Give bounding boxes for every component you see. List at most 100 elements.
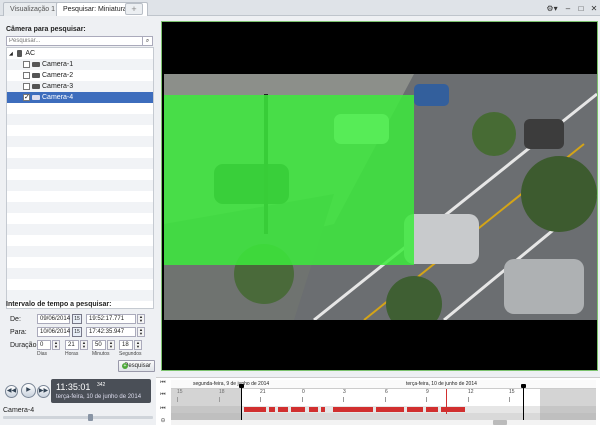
search-icon[interactable]: ⌕ bbox=[142, 37, 152, 45]
timeline-tick: 21 bbox=[260, 389, 266, 402]
empty-row bbox=[7, 202, 153, 213]
zoom-out-icon[interactable]: ⊖ bbox=[158, 417, 168, 424]
spinner-icon[interactable]: ▲ ▼ bbox=[107, 340, 115, 350]
to-label: Para: bbox=[10, 329, 27, 336]
from-time-field[interactable]: 19:52:17.771 bbox=[86, 314, 136, 324]
video-viewer[interactable] bbox=[161, 21, 598, 371]
from-label: De: bbox=[10, 316, 21, 323]
timeline-prev-track-icon[interactable]: ⏮ bbox=[158, 406, 168, 413]
recording-segment[interactable] bbox=[269, 407, 275, 412]
recording-segment[interactable] bbox=[376, 407, 404, 412]
empty-row bbox=[7, 158, 153, 169]
playback-time: 11:35:01 bbox=[56, 382, 91, 392]
duration-hours-field[interactable]: 21 bbox=[65, 340, 79, 350]
spinner-icon[interactable]: ▲ ▼ bbox=[137, 327, 145, 337]
tree-item-camera-3[interactable]: Camera-3 bbox=[7, 81, 153, 92]
recording-segment[interactable] bbox=[278, 407, 288, 412]
close-icon[interactable]: ✕ bbox=[588, 3, 600, 14]
timeline-date-header: segunda-feira, 9 de junho de 2014 terça-… bbox=[171, 380, 596, 389]
duration-minutes-field[interactable]: 50 bbox=[92, 340, 106, 350]
tree-item-label: Camera-1 bbox=[42, 61, 74, 68]
tree-item-camera-4[interactable]: Camera-4 bbox=[7, 92, 153, 103]
play-icon[interactable]: ▶ bbox=[21, 383, 36, 398]
timeline-scrollbar[interactable] bbox=[171, 420, 596, 425]
search-region-overlay[interactable] bbox=[164, 95, 414, 265]
tree-item-label: Camera-4 bbox=[42, 94, 74, 101]
spinner-icon[interactable]: ▲ ▼ bbox=[137, 314, 145, 324]
camera-heading: Câmera para pesquisar: bbox=[6, 26, 86, 33]
recording-segment[interactable] bbox=[309, 407, 318, 412]
from-date-field[interactable]: 09/06/2014 bbox=[37, 314, 70, 324]
empty-row bbox=[7, 180, 153, 191]
timeline-tick: 12 bbox=[468, 389, 474, 402]
tree-item-label: Camera-2 bbox=[42, 72, 74, 79]
duration-seconds-field[interactable]: 18 bbox=[119, 340, 133, 350]
speed-slider-handle[interactable] bbox=[88, 414, 93, 421]
outside-range-shade bbox=[171, 389, 241, 420]
to-time-field[interactable]: 17:42:35.947 bbox=[86, 327, 136, 337]
range-start-marker[interactable] bbox=[239, 384, 244, 420]
camera-icon bbox=[32, 72, 40, 78]
minimize-icon[interactable]: – bbox=[562, 3, 574, 14]
recording-segment[interactable] bbox=[244, 407, 266, 412]
camera-icon bbox=[32, 61, 40, 67]
outside-range-shade bbox=[540, 389, 596, 420]
to-date-field[interactable]: 10/06/2014 bbox=[37, 327, 70, 337]
checkbox[interactable] bbox=[23, 71, 30, 79]
tab-label: Visualização 1 bbox=[10, 6, 56, 13]
playback-date: terça-feira, 10 de junho de 2014 bbox=[56, 394, 142, 400]
search-panel: Câmera para pesquisar: ⌕ ◢ AC Camera-1 C… bbox=[0, 17, 158, 375]
rewind-icon[interactable]: ◀◀ bbox=[5, 385, 18, 398]
plus-icon[interactable]: + bbox=[125, 3, 143, 15]
tree-item-camera-1[interactable]: Camera-1 bbox=[7, 59, 153, 70]
duration-days-field[interactable]: 0 bbox=[37, 340, 51, 350]
search-input[interactable] bbox=[7, 37, 137, 45]
empty-row bbox=[7, 246, 153, 257]
checkbox[interactable] bbox=[23, 92, 30, 103]
timeline-day-1: segunda-feira, 9 de junho de 2014 bbox=[193, 381, 270, 387]
playback-clock: 11:35:01 342 terça-feira, 10 de junho de… bbox=[51, 379, 151, 403]
timeline-tick: 15 bbox=[509, 389, 515, 402]
empty-row bbox=[7, 290, 153, 301]
checkbox[interactable] bbox=[23, 60, 30, 68]
timeline-tick: 0 bbox=[302, 389, 305, 402]
tree-item-label: Camera-3 bbox=[42, 83, 74, 90]
recording-segment[interactable] bbox=[291, 407, 305, 412]
recording-segment[interactable] bbox=[407, 407, 423, 412]
empty-row bbox=[7, 114, 153, 125]
tree-item-camera-2[interactable]: Camera-2 bbox=[7, 70, 153, 81]
playback-controls: ◀◀ ▶ ▶▶ 11:35:01 342 terça-feira, 10 de … bbox=[0, 377, 158, 407]
maximize-icon[interactable]: □ bbox=[575, 3, 587, 14]
timeline-prev-icon[interactable]: ⏮ bbox=[158, 392, 168, 399]
tab-label: Pesquisar: Miniaturas bbox=[63, 6, 131, 13]
spinner-icon[interactable]: ▲ ▼ bbox=[80, 340, 88, 350]
fast-forward-icon[interactable]: ▶▶ bbox=[37, 385, 50, 398]
spinner-icon[interactable]: ▲ ▼ bbox=[134, 340, 142, 350]
calendar-icon[interactable]: 15 bbox=[72, 327, 82, 337]
speed-slider[interactable] bbox=[3, 416, 153, 419]
timeline[interactable]: ⏮ ⏮ ⏮ ⊖ segunda-feira, 9 de junho de 201… bbox=[156, 377, 600, 425]
recording-segment[interactable] bbox=[426, 407, 438, 412]
seconds-unit-label: Segundos bbox=[119, 351, 142, 357]
recording-segment[interactable] bbox=[441, 407, 465, 412]
timeline-scroll-thumb[interactable] bbox=[493, 420, 507, 425]
search-button-label: Pesquisar bbox=[124, 363, 151, 369]
spinner-icon[interactable]: ▲ ▼ bbox=[52, 340, 60, 350]
recording-segment[interactable] bbox=[333, 407, 373, 412]
gear-icon[interactable]: ⚙▾ bbox=[545, 3, 559, 14]
checkbox[interactable] bbox=[23, 82, 30, 90]
server-icon bbox=[16, 49, 22, 57]
camera-tree: ◢ AC Camera-1 Camera-2 Camera-3 Camera-4 bbox=[6, 47, 154, 309]
expand-arrow-icon[interactable]: ◢ bbox=[9, 51, 13, 57]
search-button[interactable]: + Pesquisar bbox=[118, 360, 155, 372]
empty-row bbox=[7, 268, 153, 279]
empty-row bbox=[7, 224, 153, 235]
range-end-marker[interactable] bbox=[521, 384, 526, 420]
recording-segment[interactable] bbox=[321, 407, 325, 412]
playback-ms: 342 bbox=[97, 382, 106, 388]
timeline-start-icon[interactable]: ⏮ bbox=[158, 380, 168, 387]
tree-item-ac[interactable]: ◢ AC bbox=[7, 48, 153, 59]
playhead[interactable] bbox=[446, 389, 447, 414]
calendar-icon[interactable]: 15 bbox=[72, 314, 82, 324]
days-unit-label: Dias bbox=[37, 351, 48, 357]
